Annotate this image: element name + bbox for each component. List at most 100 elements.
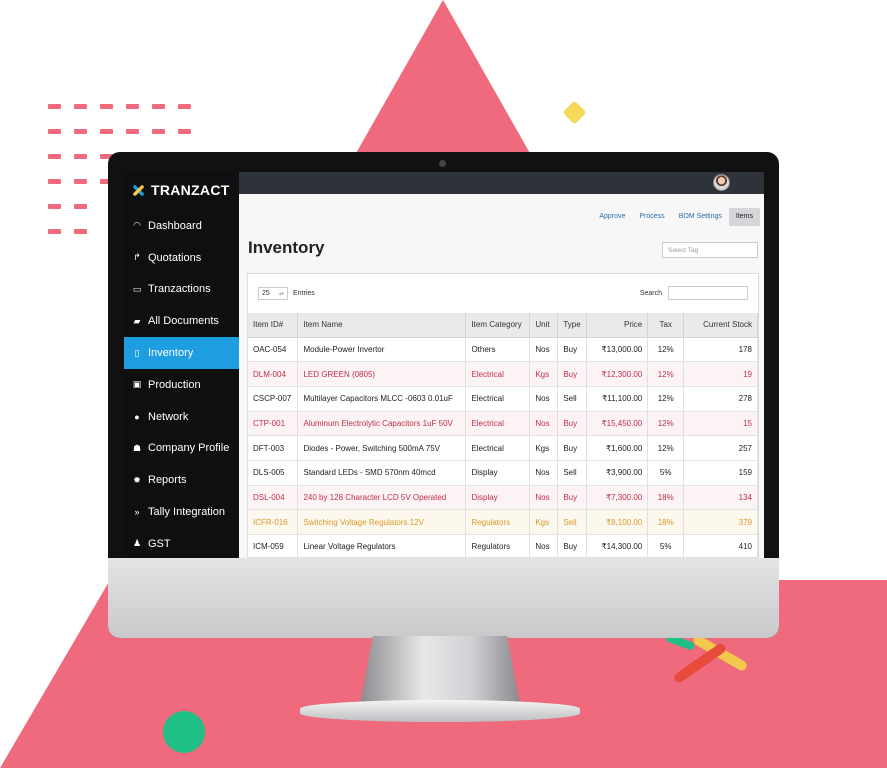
header-tabs: Approve Process BOM Settings Items [592,208,760,226]
sidebar-item-company-profile[interactable]: ☗ Company Profile [124,433,239,465]
sidebar-item-label: Reports [148,474,187,487]
entries-control: 25 ▴▾ Entries [258,287,315,300]
cell-price: ₹3,900.00 [586,460,649,486]
dot [100,104,113,109]
dot [126,129,139,134]
sidebar-item-dashboard[interactable]: ◠ Dashboard [124,210,239,242]
table-row[interactable]: DLS-005 Standard LEDs - SMD 570nm 40mcd Di… [248,460,758,486]
column-header[interactable]: Unit [529,313,559,338]
sidebar-item-reports[interactable]: ✹ Reports [124,464,239,496]
sidebar-item-all-documents[interactable]: ▰ All Documents [124,305,239,337]
cell-category: Electrical [465,435,531,461]
cell-stock: 19 [683,361,758,387]
cell-price: ₹12,300.00 [586,361,649,387]
table-row[interactable]: OAC-054 Module-Power Invertor Others Nos Buy… [248,337,758,363]
dot [100,129,113,134]
cell-tax: 12% [647,411,685,437]
entries-select[interactable]: 25 ▴▾ [258,287,288,300]
brand-name: TRANZACT [151,182,230,198]
sidebar-item-label: Network [148,410,189,423]
cell-price: ₹15,450.00 [586,411,649,437]
inventory-panel: 25 ▴▾ Entries Search Item ID# Item Name It… [247,273,759,558]
tab-approve[interactable]: Approve [592,208,632,226]
dot [152,104,165,109]
sidebar-item-production[interactable]: ▣ Production [124,369,239,401]
globe-icon: ● [134,411,140,422]
table-row[interactable]: ICM-059 Linear Voltage Regulators Regulato… [248,534,758,558]
cell-id: DSL-004 [248,485,299,511]
money-bag-icon: ♟ [132,538,142,549]
avatar[interactable] [713,174,730,191]
cell-unit: Nos [529,411,559,437]
sidebar-item-quotations[interactable]: ↱ Quotations [124,242,239,274]
sidebar-item-gst[interactable]: ♟ GST [124,528,239,558]
dot [178,104,191,109]
sidebar-item-network[interactable]: ● Network [124,401,239,433]
table-row[interactable]: DFT-003 Diodes - Power, Switching 500mA 7… [248,435,758,461]
cell-id: DFT-003 [248,435,299,461]
dot [152,129,165,134]
cell-category: Display [465,460,531,486]
cell-name: Multilayer Capacitors MLCC -0603 0.01uF [297,386,467,412]
cell-tax: 12% [647,337,685,363]
table-header-row: Item ID# Item Name Item Category Unit Type Pr… [248,313,758,338]
monitor-base [300,700,580,722]
dot [48,104,61,109]
cell-stock: 257 [683,435,758,461]
dot [48,179,61,184]
cell-id: ICFR-016 [248,509,299,535]
brand-mark-icon [665,634,747,683]
search-control: Search [640,286,748,300]
sidebar-item-label: Dashboard [148,219,202,232]
table-row[interactable]: DLM-004 LED GREEN (0805) Electrical Kgs Buy ₹… [248,361,758,387]
table-row[interactable]: DSL-004 240 by 128 Character LCD 5V Opera… [248,485,758,511]
table-row[interactable]: ICFR-016 Switching Voltage Regulators 12V… [248,509,758,535]
column-header[interactable]: Item ID# [248,313,299,338]
cell-unit: Kgs [529,361,559,387]
cell-stock: 15 [683,411,758,437]
cell-tax: 12% [647,361,685,387]
select-tag-dropdown[interactable]: Select Tag [662,242,758,258]
column-header[interactable]: Item Category [465,313,531,338]
cell-category: Display [465,485,531,511]
tranzact-logo-icon [133,184,144,196]
cell-name: Module-Power Invertor [297,337,467,363]
column-header[interactable]: Type [557,313,588,338]
search-input[interactable] [668,286,748,300]
sidebar-item-label: Tranzactions [148,283,211,296]
dot [48,204,61,209]
sidebar-item-tranzactions[interactable]: ▭ Tranzactions [124,274,239,306]
dot [74,104,87,109]
sidebar-item-label: GST [148,537,171,550]
cell-unit: Nos [529,460,559,486]
cell-id: DLM-004 [248,361,299,387]
column-header[interactable]: Item Name [297,313,467,338]
cell-price: ₹13,000.00 [586,337,649,363]
brand[interactable]: TRANZACT [130,178,230,202]
cell-type: Sell [557,509,588,535]
tab-items[interactable]: Items [728,208,760,226]
main-content: Approve Process BOM Settings Items Inventor… [239,172,764,558]
cell-tax: 18% [647,485,685,511]
column-header[interactable]: Current Stock [683,313,758,338]
cell-type: Sell [557,460,588,486]
tab-process[interactable]: Process [632,208,671,226]
cell-unit: Nos [529,485,559,511]
column-header[interactable]: Tax [647,313,685,338]
cell-name: Switching Voltage Regulators 12V [297,509,467,535]
cell-id: DLS-005 [248,460,299,486]
cell-type: Buy [557,534,588,558]
column-header[interactable]: Price [586,313,649,338]
table-row[interactable]: CTP-001 Aluminum Electrolytic Capacitors … [248,411,758,437]
cell-tax: 5% [647,460,685,486]
sidebar-item-inventory[interactable]: ▯ Inventory [124,337,239,369]
cell-name: Linear Voltage Regulators [297,534,467,558]
cell-id: OAC-054 [248,337,299,363]
dot [74,154,87,159]
table-row[interactable]: CSCP-007 Multilayer Capacitors MLCC -0603… [248,386,758,412]
cell-tax: 5% [647,534,685,558]
cell-category: Electrical [465,411,531,437]
tab-bom-settings[interactable]: BOM Settings [672,208,729,226]
sidebar-item-tally-integration[interactable]: » Tally Integration [124,496,239,528]
sidebar-item-label: Tally Integration [148,506,226,519]
